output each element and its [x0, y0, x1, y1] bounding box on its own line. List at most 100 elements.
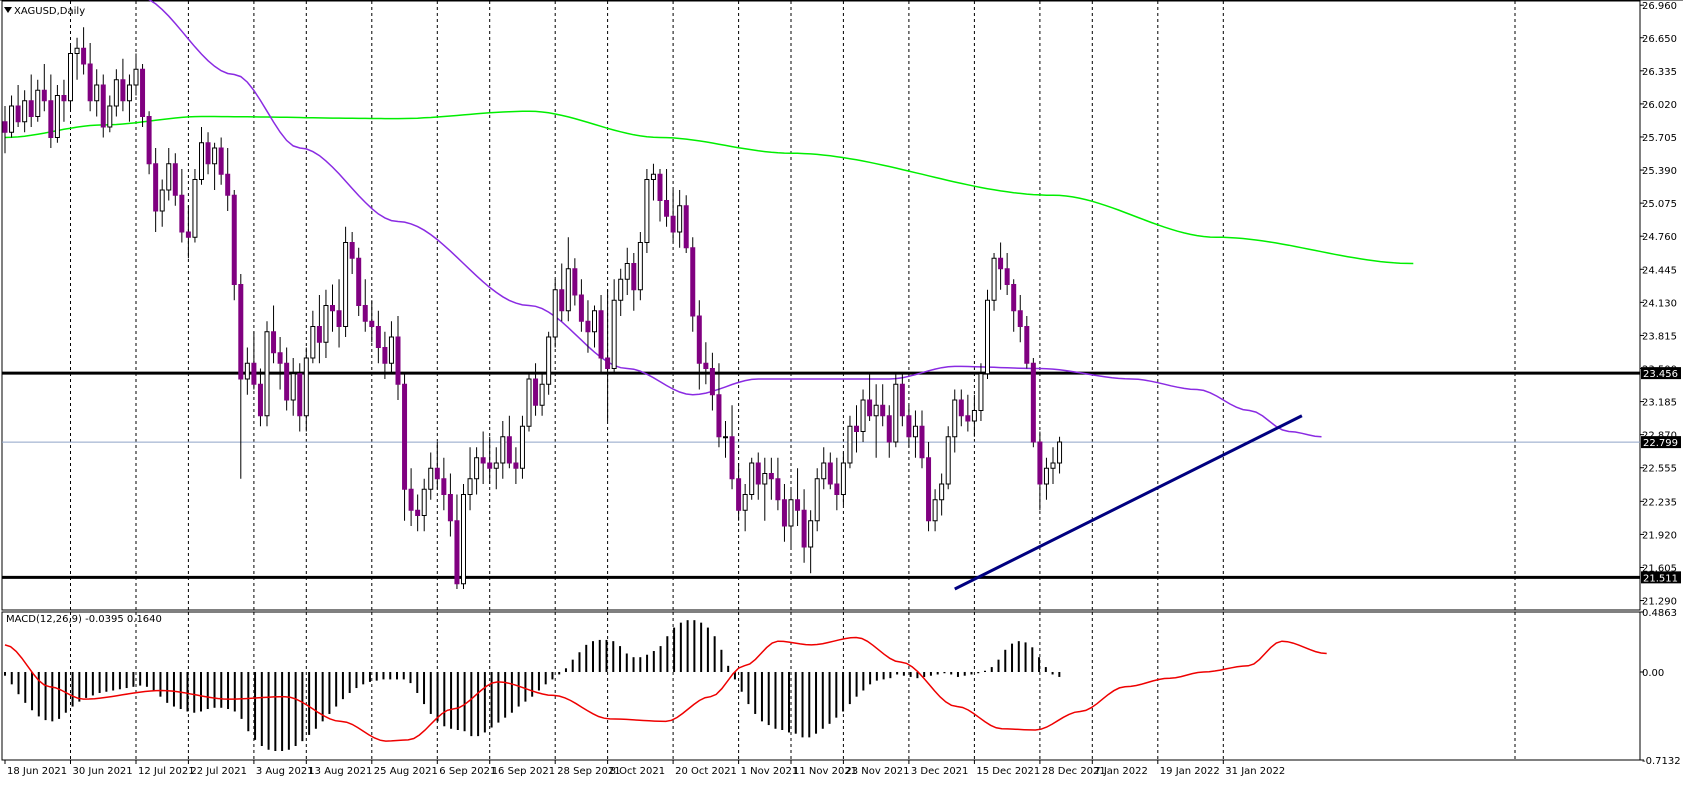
candle[interactable]: [906, 405, 912, 448]
candle[interactable]: [1057, 436, 1063, 474]
candle[interactable]: [592, 305, 597, 348]
candle[interactable]: [572, 258, 578, 306]
candle[interactable]: [677, 190, 683, 248]
candle[interactable]: [474, 447, 480, 495]
candle[interactable]: [264, 321, 270, 427]
candle[interactable]: [81, 27, 87, 75]
candle[interactable]: [1004, 253, 1010, 295]
candle[interactable]: [840, 452, 846, 506]
candle[interactable]: [860, 389, 866, 443]
candle[interactable]: [768, 457, 774, 500]
candle[interactable]: [546, 331, 552, 395]
candle[interactable]: [415, 494, 421, 532]
candle[interactable]: [461, 484, 466, 589]
candle[interactable]: [723, 421, 728, 458]
candle[interactable]: [880, 384, 886, 427]
candle[interactable]: [795, 468, 801, 526]
candle[interactable]: [375, 310, 381, 364]
candle[interactable]: [231, 190, 237, 301]
candle[interactable]: [919, 410, 925, 469]
candle[interactable]: [618, 268, 624, 316]
candle[interactable]: [559, 263, 565, 322]
candle[interactable]: [41, 64, 47, 112]
candle[interactable]: [35, 79, 41, 122]
candle[interactable]: [290, 358, 296, 416]
candle[interactable]: [926, 442, 932, 532]
candle[interactable]: [670, 190, 676, 243]
candle[interactable]: [1024, 316, 1030, 369]
candle[interactable]: [749, 457, 755, 500]
candle[interactable]: [120, 58, 126, 112]
candle[interactable]: [519, 415, 525, 479]
candle[interactable]: [1030, 358, 1036, 448]
candle[interactable]: [159, 179, 165, 227]
candle[interactable]: [611, 279, 617, 374]
candle[interactable]: [257, 368, 263, 427]
candle[interactable]: [1043, 457, 1049, 500]
candle[interactable]: [952, 389, 958, 453]
candle[interactable]: [87, 43, 93, 112]
candle[interactable]: [205, 132, 211, 175]
candle[interactable]: [212, 142, 218, 190]
candle[interactable]: [565, 237, 571, 322]
candle[interactable]: [650, 163, 656, 201]
candle[interactable]: [2, 106, 8, 154]
candle[interactable]: [107, 95, 113, 133]
chevron-down-icon[interactable]: [4, 7, 12, 13]
candle[interactable]: [421, 478, 427, 532]
candle[interactable]: [1011, 279, 1017, 332]
candle[interactable]: [637, 232, 643, 301]
candle[interactable]: [631, 253, 637, 311]
candle[interactable]: [755, 452, 761, 500]
candle[interactable]: [886, 405, 892, 458]
candle[interactable]: [225, 148, 231, 211]
candle[interactable]: [153, 148, 159, 232]
candle[interactable]: [781, 484, 787, 542]
candle[interactable]: [827, 452, 833, 490]
candle[interactable]: [284, 347, 290, 411]
candle[interactable]: [166, 148, 172, 201]
candle[interactable]: [487, 436, 493, 484]
candle[interactable]: [985, 289, 990, 379]
candle[interactable]: [1017, 295, 1023, 343]
candle[interactable]: [716, 363, 722, 448]
candle[interactable]: [539, 373, 545, 416]
candle[interactable]: [388, 321, 394, 374]
candle[interactable]: [133, 53, 139, 96]
candle[interactable]: [356, 247, 362, 316]
candle[interactable]: [192, 169, 198, 243]
candle[interactable]: [506, 415, 512, 469]
price-pane[interactable]: 26.960 26.650 26.335 26.020 25.705 25.390 25.0…: [0, 0, 1683, 611]
candle[interactable]: [899, 373, 905, 427]
candle[interactable]: [349, 232, 355, 274]
candle[interactable]: [310, 310, 316, 364]
candle[interactable]: [709, 352, 715, 411]
candle[interactable]: [729, 405, 735, 490]
candle[interactable]: [428, 452, 434, 500]
candle[interactable]: [932, 489, 938, 532]
candle[interactable]: [179, 169, 185, 243]
candle[interactable]: [703, 342, 709, 385]
candle[interactable]: [775, 457, 781, 511]
candle[interactable]: [834, 457, 840, 511]
candle[interactable]: [434, 442, 440, 490]
candle[interactable]: [362, 279, 368, 332]
candle[interactable]: [94, 69, 100, 117]
chart-canvas[interactable]: 26.960 26.650 26.335 26.020 25.705 25.390 25.0…: [0, 0, 1683, 781]
candle[interactable]: [74, 37, 80, 80]
candle[interactable]: [605, 289, 611, 421]
candle[interactable]: [533, 363, 539, 416]
candle[interactable]: [847, 415, 853, 469]
candle[interactable]: [598, 295, 604, 374]
candle[interactable]: [664, 169, 670, 227]
candle[interactable]: [912, 410, 918, 458]
candle[interactable]: [788, 489, 794, 547]
candle[interactable]: [480, 431, 486, 485]
candle[interactable]: [742, 484, 748, 532]
candle[interactable]: [1050, 447, 1056, 484]
candle[interactable]: [696, 300, 702, 390]
candle[interactable]: [814, 468, 820, 532]
candle[interactable]: [493, 447, 499, 490]
candle[interactable]: [657, 169, 663, 222]
candle[interactable]: [454, 494, 460, 590]
